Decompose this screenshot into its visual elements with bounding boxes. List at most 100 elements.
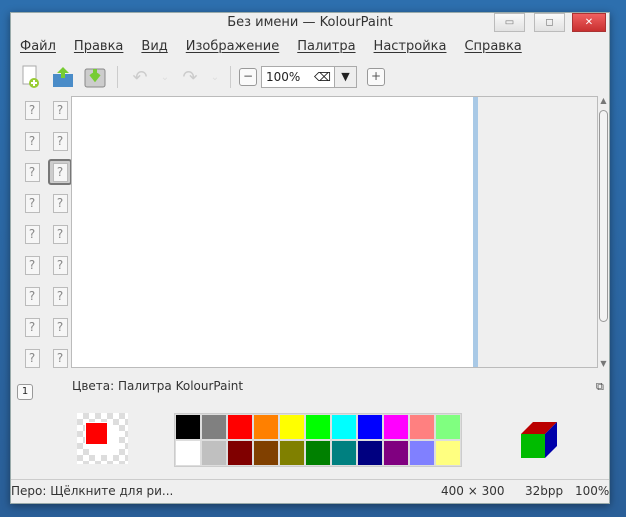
- toolbar-separator: [230, 66, 231, 88]
- menu-image[interactable]: Изображение: [177, 37, 288, 59]
- menu-palette[interactable]: Палитра: [288, 37, 364, 59]
- tool-button[interactable]: ?: [20, 283, 44, 309]
- unknown-tool-icon: ?: [24, 255, 40, 275]
- menu-edit[interactable]: Правка: [65, 37, 132, 59]
- unknown-tool-icon: ?: [52, 162, 68, 182]
- palette-color-swatch[interactable]: [305, 440, 331, 466]
- tool-button[interactable]: ?: [48, 221, 72, 247]
- palette-color-swatch[interactable]: [253, 414, 279, 440]
- unknown-tool-icon: ?: [52, 131, 68, 151]
- tool-button[interactable]: ?: [48, 128, 72, 154]
- tool-button[interactable]: ?: [20, 128, 44, 154]
- scrollbar-thumb[interactable]: [599, 110, 608, 322]
- fg-bg-color-swatch[interactable]: [77, 413, 128, 464]
- unknown-tool-icon: ?: [24, 224, 40, 244]
- redo-icon[interactable]: ↷: [176, 64, 204, 90]
- palette-color-swatch[interactable]: [435, 414, 461, 440]
- palette-color-swatch[interactable]: [357, 440, 383, 466]
- palette-color-swatch[interactable]: [279, 414, 305, 440]
- unknown-tool-icon: ?: [52, 348, 68, 368]
- unknown-tool-icon: ?: [24, 162, 40, 182]
- save-file-icon[interactable]: [81, 64, 109, 90]
- unknown-tool-icon: ?: [24, 348, 40, 368]
- scroll-down-icon[interactable]: ▼: [598, 359, 609, 368]
- toolbar: ↶ ⌄ ↷ ⌄ − 100% ⌫ ▼ +: [17, 63, 385, 91]
- palette-color-swatch[interactable]: [383, 414, 409, 440]
- maximize-button[interactable]: ◻: [534, 13, 565, 32]
- redo-menu-icon[interactable]: ⌄: [208, 64, 222, 90]
- zoom-in-button[interactable]: +: [367, 68, 385, 86]
- tool-button[interactable]: ?: [48, 252, 72, 278]
- palette-color-swatch[interactable]: [279, 440, 305, 466]
- tool-button[interactable]: ?: [20, 252, 44, 278]
- palette-color-swatch[interactable]: [357, 414, 383, 440]
- tool-button[interactable]: ?: [48, 97, 72, 123]
- minimize-button[interactable]: ▭: [494, 13, 525, 32]
- palette-color-swatch[interactable]: [331, 440, 357, 466]
- palette-color-swatch[interactable]: [383, 440, 409, 466]
- vertical-scrollbar[interactable]: ▲ ▼: [598, 96, 609, 368]
- tool-button[interactable]: ?: [20, 314, 44, 340]
- canvas-area: [71, 96, 598, 368]
- palette-color-swatch[interactable]: [175, 414, 201, 440]
- menu-bar: Файл Правка Вид Изображение Палитра Наст…: [11, 37, 531, 59]
- close-button[interactable]: ✕: [572, 13, 606, 32]
- zoom-combobox[interactable]: 100% ⌫ ▼: [261, 66, 357, 88]
- tool-button[interactable]: ?: [48, 345, 72, 371]
- undo-icon[interactable]: ↶: [126, 64, 154, 90]
- tool-button[interactable]: ?: [20, 345, 44, 371]
- status-image-size: 400 × 300: [441, 484, 505, 498]
- palette-color-swatch[interactable]: [227, 414, 253, 440]
- tool-button[interactable]: ?: [20, 159, 44, 185]
- palette-color-swatch[interactable]: [253, 440, 279, 466]
- palette-color-swatch[interactable]: [201, 440, 227, 466]
- unknown-tool-icon: ?: [52, 255, 68, 275]
- undo-menu-icon[interactable]: ⌄: [158, 64, 172, 90]
- clear-icon[interactable]: ⌫: [314, 67, 334, 87]
- new-file-icon[interactable]: [17, 64, 45, 90]
- unknown-tool-icon: ?: [52, 100, 68, 120]
- foreground-color[interactable]: [85, 422, 108, 445]
- palette-color-swatch[interactable]: [175, 440, 201, 466]
- menu-view[interactable]: Вид: [132, 37, 176, 59]
- zoom-input[interactable]: 100%: [262, 67, 314, 87]
- menu-settings[interactable]: Настройка: [365, 37, 456, 59]
- unknown-tool-icon: ?: [24, 286, 40, 306]
- menu-file[interactable]: Файл: [11, 37, 65, 59]
- status-bar: Перо: Щёлкните для ри... 400 × 300 32bpp…: [11, 479, 609, 503]
- tool-button[interactable]: ?: [48, 283, 72, 309]
- toolbar-separator: [117, 66, 118, 88]
- unknown-tool-icon: ?: [52, 193, 68, 213]
- palette-color-swatch[interactable]: [305, 414, 331, 440]
- tool-button[interactable]: ?: [48, 314, 72, 340]
- status-message: Перо: Щёлкните для ри...: [11, 484, 174, 498]
- unknown-tool-icon: ?: [24, 100, 40, 120]
- palette-color-swatch[interactable]: [409, 440, 435, 466]
- palette-label: Цвета: Палитра KolourPaint: [72, 379, 244, 393]
- color-palette: [174, 413, 462, 467]
- float-panel-icon[interactable]: ⧉: [596, 380, 604, 394]
- open-file-icon[interactable]: [49, 64, 77, 90]
- palette-color-swatch[interactable]: [435, 440, 461, 466]
- palette-toggle-button[interactable]: 1: [17, 384, 33, 400]
- tool-button[interactable]: ?: [48, 159, 72, 185]
- status-zoom: 100%: [575, 484, 610, 498]
- unknown-tool-icon: ?: [24, 193, 40, 213]
- image-canvas[interactable]: [72, 97, 473, 367]
- menu-help[interactable]: Справка: [455, 37, 530, 59]
- scroll-up-icon[interactable]: ▲: [598, 96, 609, 105]
- unknown-tool-icon: ?: [52, 224, 68, 244]
- canvas-resize-handle[interactable]: [473, 97, 478, 367]
- tool-button[interactable]: ?: [20, 190, 44, 216]
- unknown-tool-icon: ?: [24, 131, 40, 151]
- palette-color-swatch[interactable]: [201, 414, 227, 440]
- color-cube-icon[interactable]: [519, 420, 559, 463]
- chevron-down-icon[interactable]: ▼: [334, 67, 356, 87]
- palette-color-swatch[interactable]: [227, 440, 253, 466]
- tool-button[interactable]: ?: [20, 221, 44, 247]
- palette-color-swatch[interactable]: [409, 414, 435, 440]
- zoom-out-button[interactable]: −: [239, 68, 257, 86]
- palette-color-swatch[interactable]: [331, 414, 357, 440]
- tool-button[interactable]: ?: [48, 190, 72, 216]
- tool-button[interactable]: ?: [20, 97, 44, 123]
